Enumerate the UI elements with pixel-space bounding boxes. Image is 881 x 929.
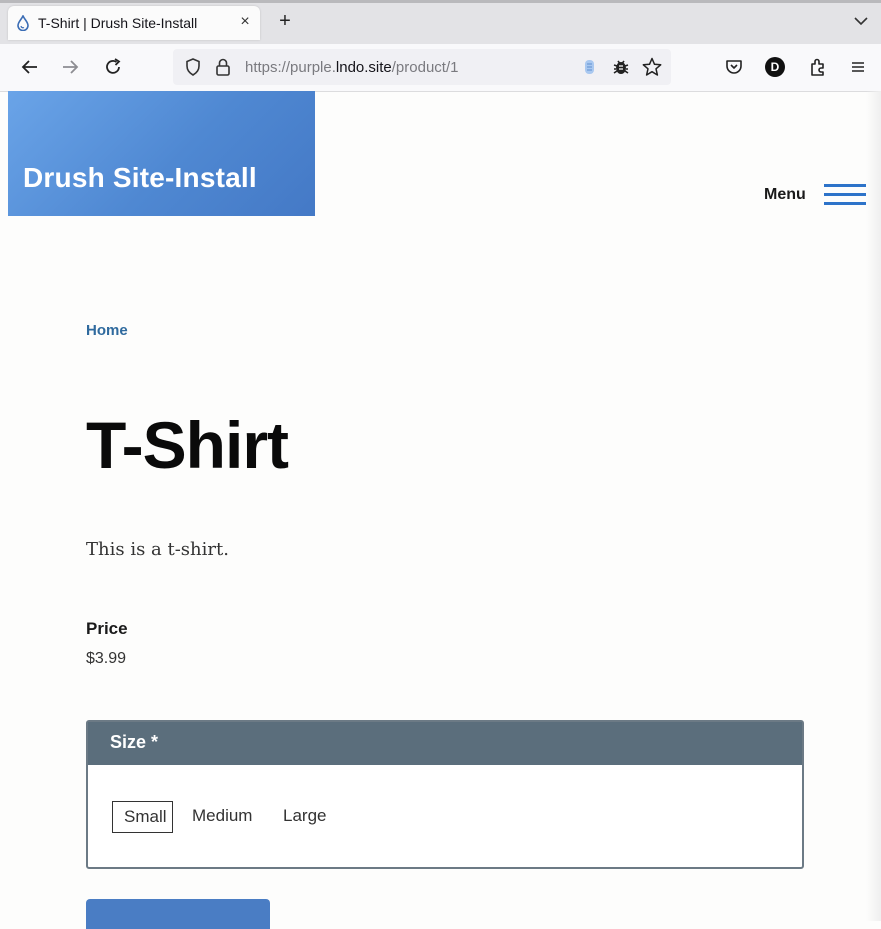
extension-icon[interactable] <box>581 58 599 76</box>
url-text[interactable]: https://purple.lndo.site/product/1 <box>245 59 458 76</box>
tab-title: T-Shirt | Drush Site-Install <box>38 15 198 31</box>
site-title[interactable]: Drush Site-Install <box>23 162 257 194</box>
tab-strip: T-Shirt | Drush Site-Install × + <box>0 3 881 44</box>
size-fieldset: Size * Small Medium Large <box>86 720 804 869</box>
url-bar[interactable]: https://purple.lndo.site/product/1 <box>173 49 671 85</box>
lock-icon[interactable] <box>213 57 233 77</box>
hamburger-menu-icon[interactable] <box>824 184 866 206</box>
profile-icon[interactable]: D <box>765 57 785 77</box>
menu-icon[interactable] <box>846 55 870 79</box>
forward-arrow-icon[interactable] <box>58 55 82 79</box>
bug-icon[interactable] <box>611 57 631 77</box>
add-to-cart-button[interactable] <box>86 899 270 929</box>
page-title: T-Shirt <box>86 408 289 482</box>
profile-letter: D <box>770 60 780 74</box>
size-option-small[interactable]: Small <box>112 801 173 833</box>
scrollbar-track[interactable] <box>866 91 881 921</box>
url-prefix: https://purple. <box>245 59 336 76</box>
drupal-drop-icon <box>17 15 29 31</box>
navigation-toolbar: https://purple.lndo.site/product/1 D <box>0 44 881 92</box>
price-value: $3.99 <box>86 650 127 667</box>
size-legend-text: Size * <box>110 732 159 752</box>
star-icon[interactable] <box>641 56 663 78</box>
price-label: Price <box>86 619 128 638</box>
url-path: /product/1 <box>391 59 459 76</box>
pocket-icon[interactable] <box>722 55 746 79</box>
product-description: This is a t-shirt. <box>86 539 229 560</box>
menu-label[interactable]: Menu <box>764 186 806 204</box>
extensions-icon[interactable] <box>806 55 830 79</box>
reload-icon[interactable] <box>101 55 125 79</box>
size-option-large[interactable]: Large <box>283 801 326 831</box>
size-option-medium[interactable]: Medium <box>192 801 252 831</box>
tab-close-button[interactable]: × <box>234 11 256 33</box>
size-legend: Size * <box>88 722 802 765</box>
breadcrumb-home-link[interactable]: Home <box>86 322 128 339</box>
url-host: lndo.site <box>335 59 392 76</box>
chevron-down-icon[interactable] <box>850 10 872 32</box>
new-tab-button[interactable]: + <box>274 10 296 32</box>
browser-tab[interactable]: T-Shirt | Drush Site-Install × <box>8 6 260 40</box>
back-arrow-icon[interactable] <box>18 55 42 79</box>
site-branding[interactable]: Drush Site-Install <box>8 91 315 216</box>
shield-icon[interactable] <box>183 57 203 77</box>
